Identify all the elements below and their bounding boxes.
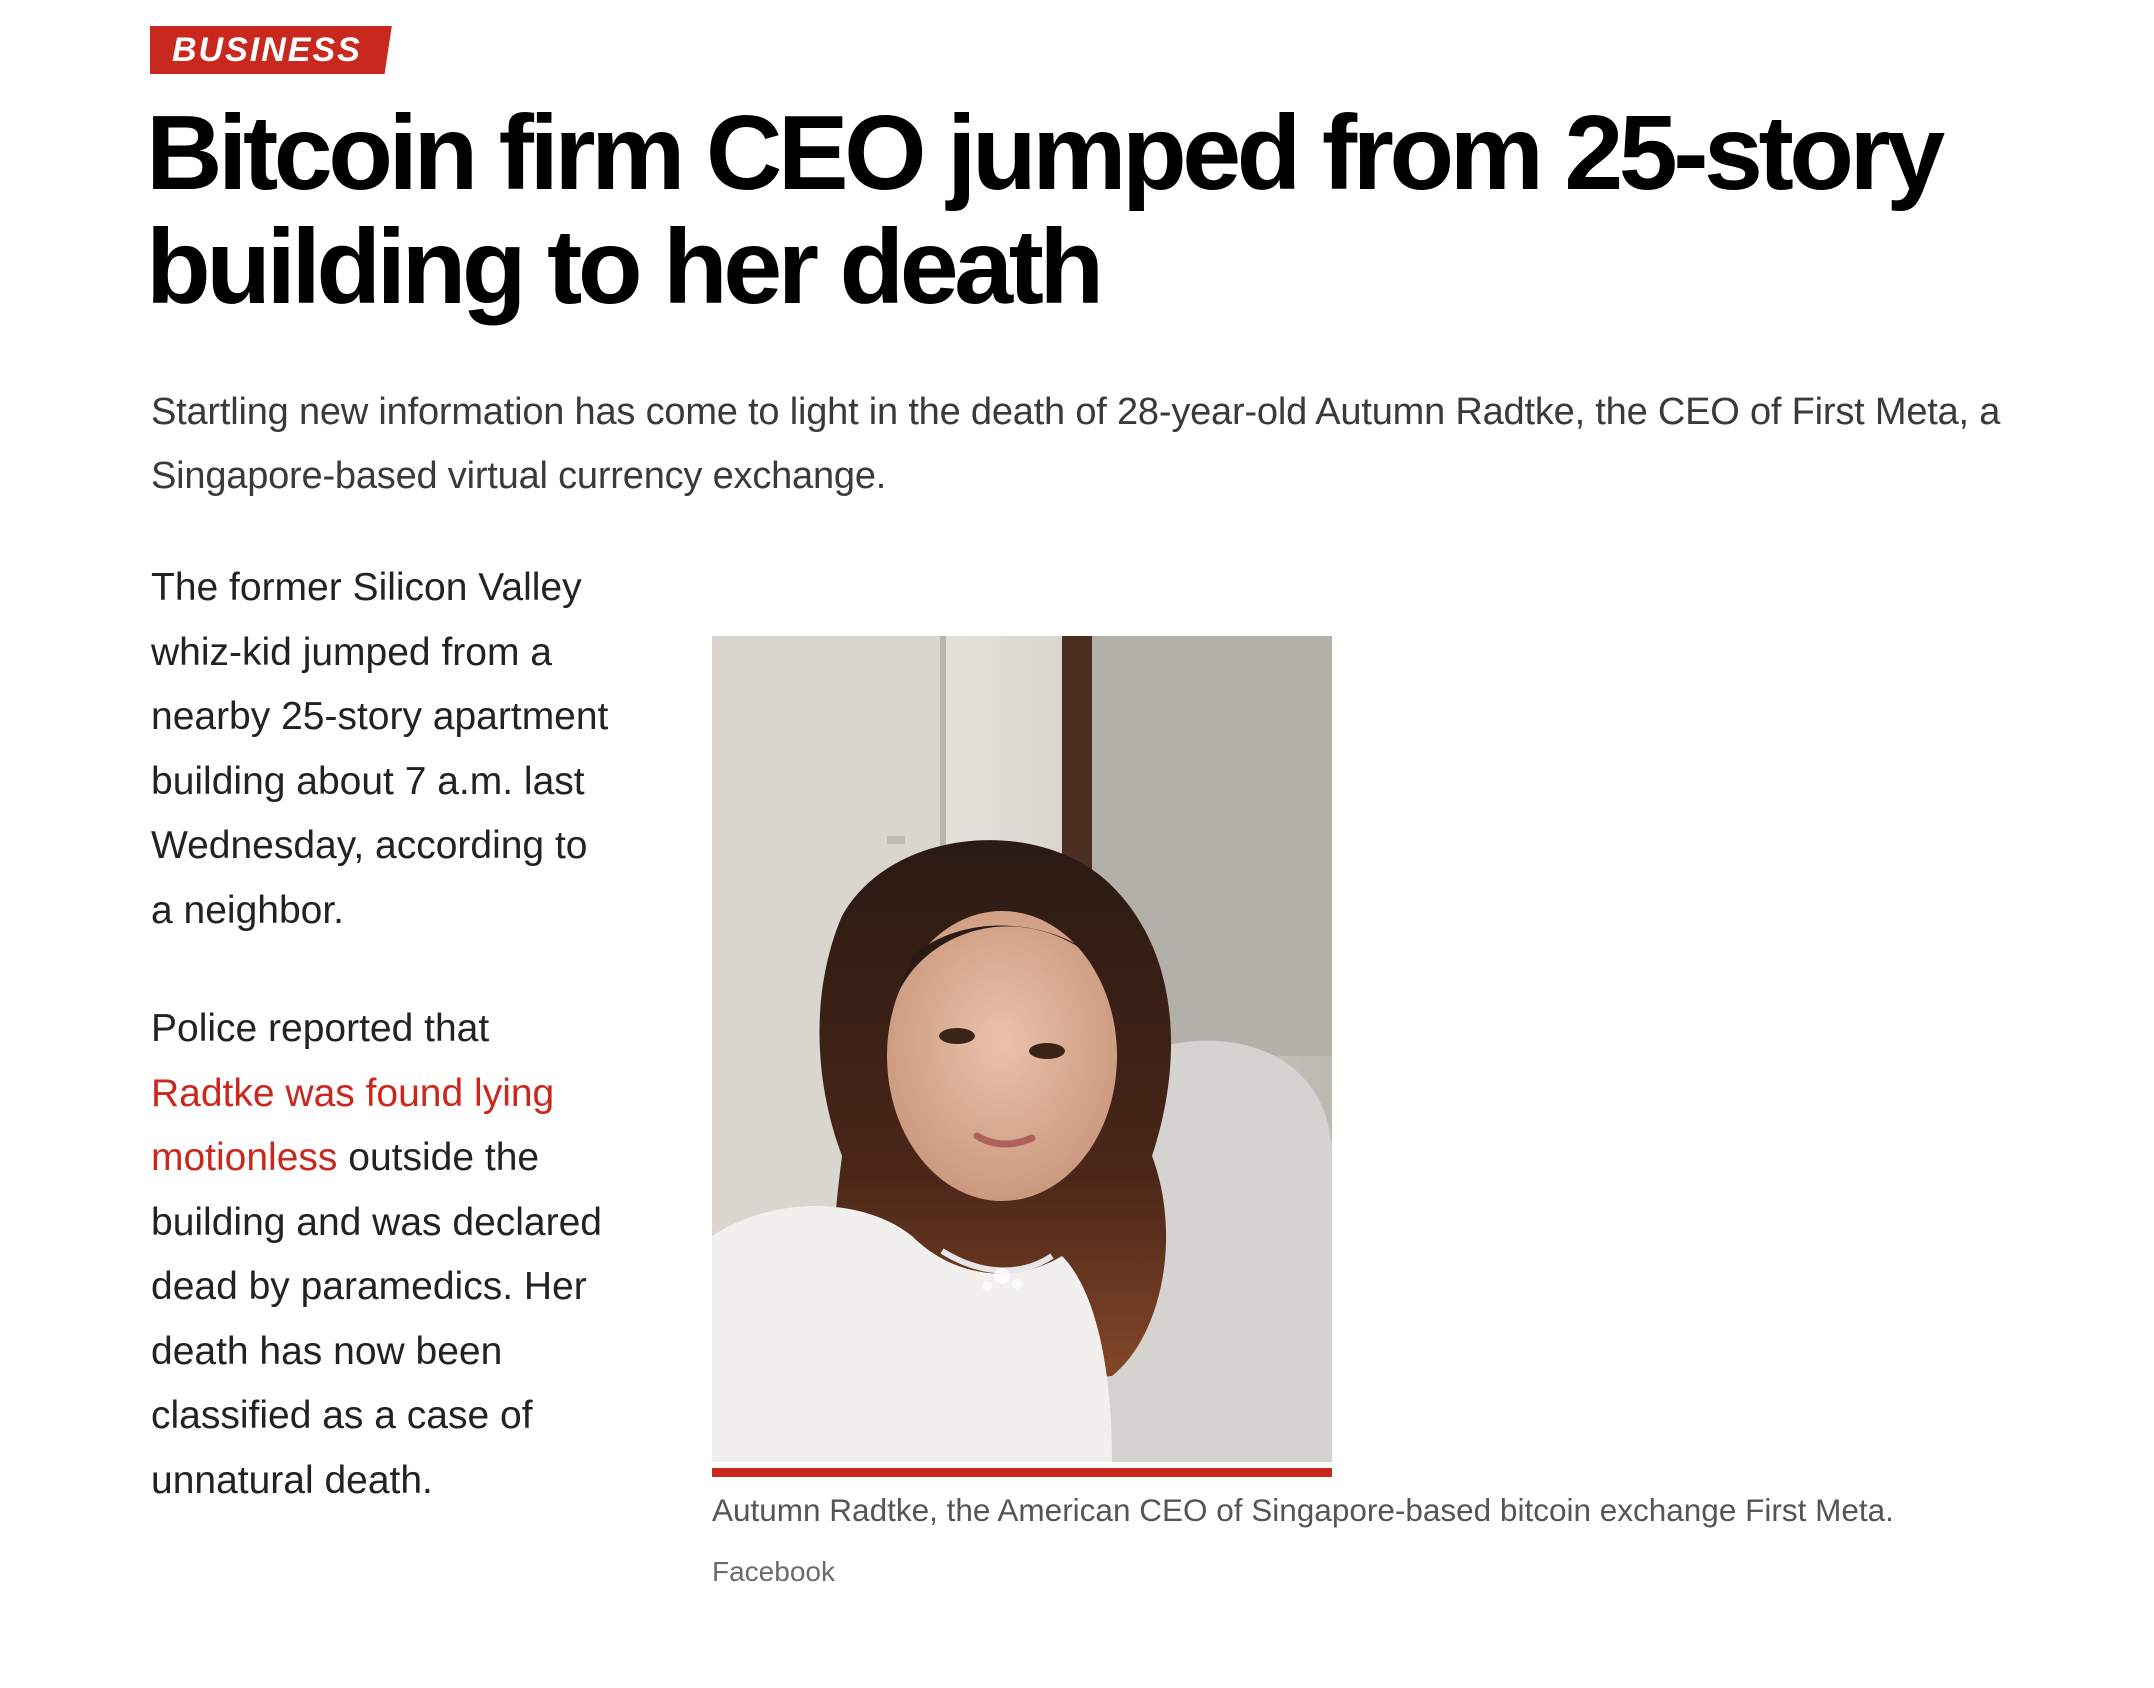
article-body: The former Silicon Valley whiz-kid jumpe… — [151, 556, 611, 1567]
paragraph-text: Police reported that — [151, 1007, 490, 1050]
article-headline: Bitcoin firm CEO jumped from 25-story bu… — [146, 94, 1945, 326]
article-dek: Startling new information has come to li… — [151, 391, 2001, 497]
portrait-photo-illustration — [712, 636, 1332, 1462]
body-paragraph: Police reported that Radtke was found ly… — [151, 997, 611, 1513]
article-figure — [712, 636, 1332, 1477]
body-paragraph: The former Silicon Valley whiz-kid jumpe… — [151, 566, 609, 932]
article-photo[interactable] — [712, 636, 1332, 1462]
photo-caption: Autumn Radtke, the American CEO of Singa… — [712, 1492, 1894, 1528]
paragraph-text: outside the building and was declared de… — [151, 1136, 602, 1502]
section-badge-business[interactable]: BUSINESS — [150, 26, 392, 74]
photo-accent-rule — [712, 1468, 1332, 1477]
photo-credit: Facebook — [712, 1556, 835, 1587]
